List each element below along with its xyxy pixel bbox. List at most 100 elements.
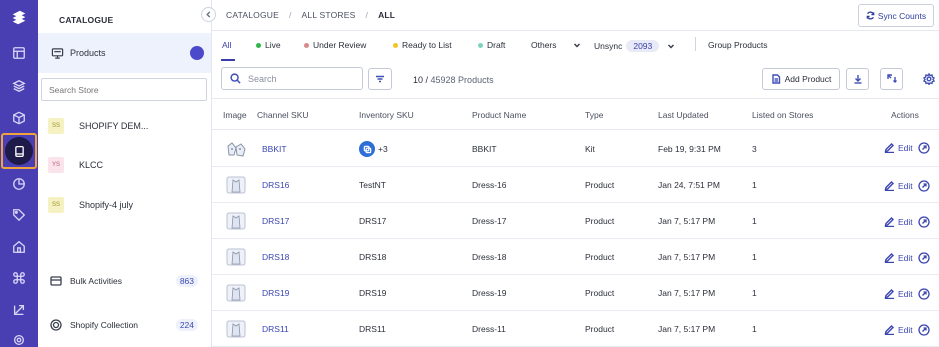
- store-item[interactable]: YS KLCC: [48, 155, 103, 175]
- open-external-icon[interactable]: [918, 180, 930, 192]
- sidebar-item-bulk-activities[interactable]: Bulk Activities 863: [50, 272, 206, 290]
- sidebar-item-label: Bulk Activities: [70, 276, 122, 286]
- breadcrumb-current: ALL: [378, 10, 396, 20]
- store-badge: YS: [48, 157, 64, 173]
- tab-all[interactable]: All: [222, 40, 231, 50]
- table-row[interactable]: DRS19 DRS19 Dress-19 Product Jan 7, 5:17…: [212, 275, 939, 311]
- column-header[interactable]: Inventory SKU: [359, 110, 414, 120]
- column-header[interactable]: Product Name: [472, 110, 526, 120]
- gear-icon[interactable]: [922, 72, 936, 86]
- expand-icon: [886, 74, 897, 83]
- refresh-icon: [866, 11, 875, 20]
- tab-ready-to-list[interactable]: Ready to List: [393, 40, 452, 50]
- status-tabs: All Live Under Review Ready to List Draf…: [212, 30, 939, 60]
- analytics-icon[interactable]: [9, 174, 29, 194]
- collection-icon: [50, 319, 62, 331]
- edit-button[interactable]: Edit: [884, 324, 913, 335]
- table-row[interactable]: DRS11 DRS11 Dress-11 Product Jan 7, 5:17…: [212, 311, 939, 347]
- table-row[interactable]: DRS18 DRS18 Dress-18 Product Jan 7, 5:17…: [212, 239, 939, 275]
- product-thumbnail: [224, 210, 248, 232]
- chevron-down-icon: [668, 44, 675, 49]
- column-header[interactable]: Last Updated: [658, 110, 709, 120]
- shown-count: 10: [413, 75, 424, 85]
- channel-sku-link[interactable]: DRS18: [262, 252, 289, 262]
- open-external-icon[interactable]: [918, 288, 930, 300]
- tab-draft[interactable]: Draft: [478, 40, 505, 50]
- edit-button[interactable]: Edit: [884, 252, 913, 263]
- sync-counts-button[interactable]: Sync Counts: [858, 4, 934, 27]
- kit-components-icon[interactable]: [359, 141, 375, 157]
- table-row[interactable]: BBKIT +3 BBKIT Kit Feb 19, 9:31 PM 3 Edi…: [212, 131, 939, 167]
- dashboard-icon[interactable]: [9, 43, 29, 63]
- tab-others[interactable]: Others: [531, 40, 581, 50]
- product-type: Product: [585, 216, 615, 226]
- edit-label: Edit: [898, 288, 913, 299]
- listed-on-stores: 1: [752, 252, 757, 262]
- open-external-icon[interactable]: [918, 142, 930, 154]
- open-external-icon[interactable]: [918, 252, 930, 264]
- edit-button[interactable]: Edit: [884, 288, 913, 299]
- table-row[interactable]: DRS17 DRS17 Dress-17 Product Jan 7, 5:17…: [212, 203, 939, 239]
- column-header[interactable]: Type: [585, 110, 603, 120]
- tag-icon[interactable]: [9, 205, 29, 225]
- channel-sku-link[interactable]: DRS17: [262, 216, 289, 226]
- channel-sku-link[interactable]: DRS16: [262, 180, 289, 190]
- settings-icon[interactable]: [9, 330, 29, 347]
- channel-sku-link[interactable]: BBKIT: [262, 144, 287, 154]
- logo-icon[interactable]: [9, 8, 29, 28]
- under-review-dot: [304, 42, 309, 48]
- store-item[interactable]: SS SHOPIFY DEM...: [48, 116, 148, 136]
- channel-sku-link[interactable]: DRS11: [262, 324, 289, 334]
- store-item[interactable]: SS Shopify-4 july: [48, 195, 133, 215]
- listed-on-stores: 1: [752, 324, 757, 334]
- tab-label: Draft: [487, 40, 506, 50]
- catalogue-icon[interactable]: [5, 137, 33, 165]
- unsync-count-badge: 2093: [626, 40, 660, 52]
- channel-sku-link[interactable]: DRS19: [262, 288, 289, 298]
- tab-divider: [695, 37, 696, 51]
- product-thumbnail: [224, 138, 248, 160]
- tab-under-review[interactable]: Under Review: [304, 40, 366, 50]
- edit-button[interactable]: Edit: [884, 142, 913, 153]
- tab-label: Unsync: [594, 41, 623, 51]
- breadcrumb-item[interactable]: CATALOGUE: [226, 10, 279, 20]
- breadcrumb-item[interactable]: ALL STORES: [302, 10, 356, 20]
- add-product-button[interactable]: Add Product: [762, 68, 840, 90]
- inventory-sku[interactable]: +3: [378, 144, 388, 154]
- expand-button[interactable]: [880, 68, 903, 90]
- listed-on-stores: 1: [752, 216, 757, 226]
- product-type: Product: [585, 180, 615, 190]
- download-button[interactable]: [846, 68, 869, 90]
- filter-button[interactable]: [368, 68, 392, 90]
- open-external-icon[interactable]: [918, 216, 930, 228]
- store-badge: SS: [48, 197, 64, 213]
- edit-button[interactable]: Edit: [884, 216, 913, 227]
- tab-group-products[interactable]: Group Products: [708, 40, 768, 50]
- tab-unsync[interactable]: Unsync 2093: [594, 40, 675, 52]
- column-header[interactable]: Listed on Stores: [752, 110, 813, 120]
- box-icon[interactable]: [9, 108, 29, 128]
- command-icon[interactable]: [9, 268, 29, 288]
- product-thumbnail: [224, 246, 248, 268]
- sidebar-item-products[interactable]: Products: [38, 33, 211, 73]
- table-row[interactable]: DRS16 TestNT Dress-16 Product Jan 24, 7:…: [212, 167, 939, 203]
- search-box[interactable]: [221, 67, 363, 90]
- column-header[interactable]: Channel SKU: [257, 110, 309, 120]
- layers-icon[interactable]: [9, 76, 29, 96]
- search-store-input[interactable]: [41, 78, 207, 101]
- product-thumbnail: [224, 174, 248, 196]
- arrow-icon[interactable]: [9, 300, 29, 320]
- search-input[interactable]: [248, 73, 358, 84]
- tab-label: All: [222, 40, 232, 50]
- chevron-left-icon: [206, 11, 211, 18]
- open-external-icon[interactable]: [918, 324, 930, 336]
- table-header: Image Channel SKU Inventory SKU Product …: [212, 98, 939, 130]
- tab-live[interactable]: Live: [256, 40, 281, 50]
- column-header: Image: [223, 110, 247, 120]
- home-icon[interactable]: [9, 237, 29, 257]
- sidebar-item-shopify-collection[interactable]: Shopify Collection 224: [50, 316, 206, 334]
- monitor-icon: [51, 47, 64, 60]
- collapse-panel-button[interactable]: [201, 7, 216, 22]
- edit-button[interactable]: Edit: [884, 180, 913, 191]
- product-type: Product: [585, 252, 615, 262]
